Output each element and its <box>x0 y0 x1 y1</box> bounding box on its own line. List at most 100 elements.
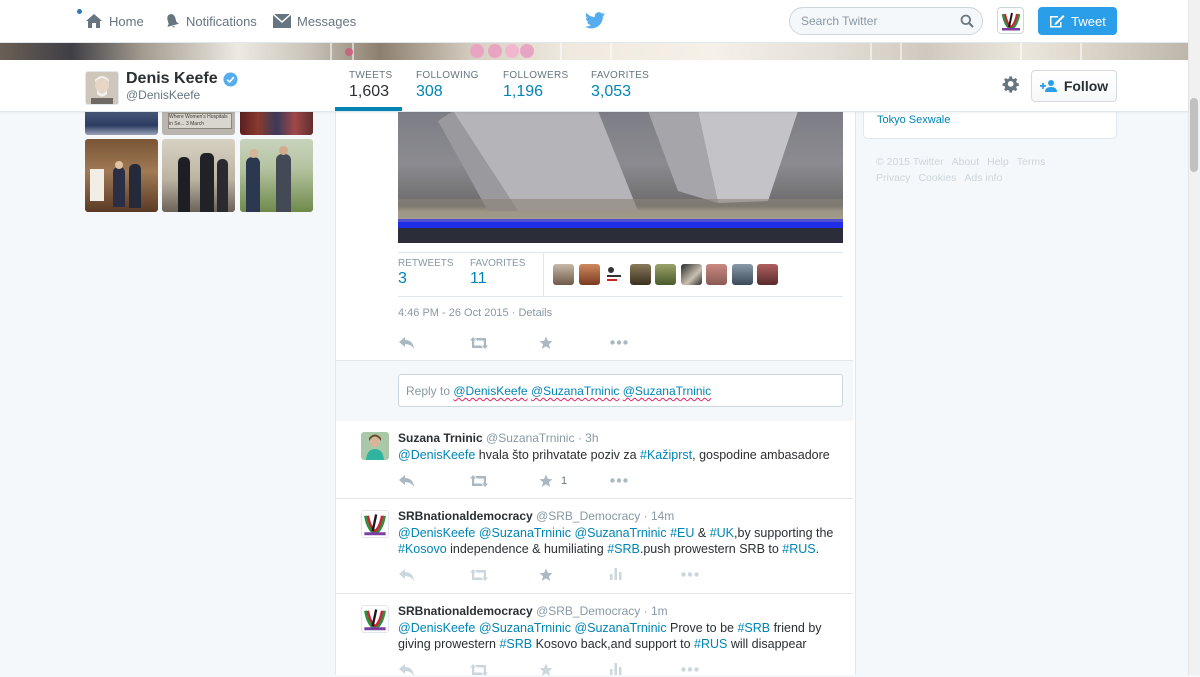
compose-tweet-button[interactable]: Tweet <box>1038 7 1117 35</box>
photo-thumbnail[interactable] <box>85 139 158 212</box>
favoriter-avatar[interactable] <box>630 264 651 285</box>
more-options-icon[interactable] <box>681 667 699 672</box>
retweets-stat[interactable]: RETWEETS 3 <box>398 258 454 288</box>
retweet-icon[interactable] <box>470 475 488 487</box>
tweet-media-image[interactable] <box>398 111 843 243</box>
favoriter-avatar[interactable] <box>553 264 574 285</box>
stat-favorites[interactable]: FAVORITES 3,053 <box>591 70 649 101</box>
favoriter-avatar[interactable] <box>757 264 778 285</box>
profile-avatar[interactable] <box>85 71 119 105</box>
reply-icon[interactable] <box>399 569 415 581</box>
nav-home[interactable]: Home <box>85 0 144 42</box>
tweet-hashtag[interactable]: #SRB <box>737 621 770 635</box>
tweet-mention[interactable]: @DenisKeefe <box>398 448 475 462</box>
favoriter-avatar[interactable] <box>655 264 676 285</box>
follow-button[interactable]: Follow <box>1031 70 1117 102</box>
footer-link-privacy[interactable]: Privacy <box>876 172 910 184</box>
favorite-star-icon[interactable] <box>539 568 553 582</box>
tweet-hashtag[interactable]: #UK <box>710 526 734 540</box>
reply-icon[interactable] <box>399 664 415 676</box>
favorite-star-icon[interactable] <box>539 474 553 488</box>
twitter-bird-logo[interactable] <box>585 12 605 29</box>
footer-link-ads-info[interactable]: Ads info <box>964 172 1002 184</box>
more-options-icon[interactable] <box>610 340 628 345</box>
tweet-time[interactable]: 3h <box>585 431 598 445</box>
scrollbar-thumb[interactable] <box>1190 98 1198 172</box>
favoriter-avatar[interactable] <box>604 264 625 285</box>
studio-photo <box>398 111 843 243</box>
more-options-icon[interactable] <box>610 478 628 483</box>
tweet-timestamp[interactable]: 4:46 PM - 26 Oct 2015 <box>398 307 509 319</box>
tweet-author-avatar[interactable] <box>361 432 389 460</box>
tweet-author-avatar[interactable] <box>361 510 389 538</box>
search-box[interactable] <box>789 7 983 35</box>
retweets-count: 3 <box>398 270 407 287</box>
stat-followers[interactable]: FOLLOWERS 1,196 <box>503 70 569 101</box>
search-input[interactable] <box>801 14 951 28</box>
tweet-time[interactable]: 14m <box>651 509 674 523</box>
tweet-mention[interactable]: @DenisKeefe <box>398 526 475 540</box>
tweet-mention[interactable]: @SuzanaTrninic <box>479 526 571 540</box>
tweet-text-segment: & <box>694 526 710 540</box>
photo-thumbnail[interactable] <box>240 111 313 135</box>
tweet-hashtag[interactable]: #SRB <box>499 637 532 651</box>
reply-icon[interactable] <box>399 475 415 487</box>
reply-icon[interactable] <box>399 337 415 349</box>
retweet-icon[interactable] <box>470 664 488 676</box>
footer-link-cookies[interactable]: Cookies <box>918 172 956 184</box>
profile-name[interactable]: Denis Keefe <box>126 70 238 88</box>
favoriter-avatar[interactable] <box>579 264 600 285</box>
account-avatar[interactable] <box>997 7 1024 34</box>
tweet-author-handle[interactable]: @SRB_Democracy <box>536 509 640 523</box>
tweet-author-handle[interactable]: @SuzanaTrninic <box>486 431 574 445</box>
search-icon[interactable] <box>960 14 974 28</box>
reply-tweet[interactable]: SRBnationaldemocracy @SRB_Democracy · 14… <box>336 499 853 594</box>
footer-link-terms[interactable]: Terms <box>1017 156 1046 168</box>
stat-following[interactable]: FOLLOWING 308 <box>416 70 479 101</box>
tweet-author-avatar[interactable] <box>361 605 389 633</box>
nav-notifications[interactable]: Notifications <box>164 0 257 42</box>
more-options-icon[interactable] <box>681 572 699 577</box>
tweet-hashtag[interactable]: #RUS <box>694 637 727 651</box>
footer-link-help[interactable]: Help <box>987 156 1009 168</box>
tweet-author-handle[interactable]: @SRB_Democracy <box>536 604 640 618</box>
tweet-mention[interactable]: @DenisKeefe <box>398 621 475 635</box>
tweet-mention[interactable]: @SuzanaTrninic <box>574 526 666 540</box>
tweet-time[interactable]: 1m <box>651 604 668 618</box>
favorite-star-icon[interactable] <box>539 336 553 350</box>
suggested-account-link[interactable]: Tokyo Sexwale <box>877 114 950 126</box>
favoriter-avatar[interactable] <box>681 264 702 285</box>
favorites-stat[interactable]: FAVORITES 11 <box>470 258 525 288</box>
favoriter-avatar[interactable] <box>706 264 727 285</box>
reply-tweet[interactable]: Suzana Trninic @SuzanaTrninic · 3h @Deni… <box>336 421 853 499</box>
photo-thumbnail[interactable] <box>85 111 158 135</box>
photo-thumbnail[interactable] <box>240 139 313 212</box>
tweet-details-link[interactable]: Details <box>518 307 552 319</box>
tweet-text-segment: independence & humiliating <box>446 542 608 556</box>
favoriter-avatar[interactable] <box>732 264 753 285</box>
photo-thumbnail[interactable]: Where Women's Hospitals in Se... 3 March <box>162 111 235 135</box>
tweet-mention[interactable]: @SuzanaTrninic <box>574 621 666 635</box>
analytics-icon[interactable] <box>610 663 622 675</box>
reply-tweet[interactable]: SRBnationaldemocracy @SRB_Democracy · 1m… <box>336 594 853 676</box>
tweet-author-name[interactable]: Suzana Trninic <box>398 431 483 445</box>
tweet-mention[interactable]: @SuzanaTrninic <box>479 621 571 635</box>
tweet-hashtag[interactable]: #EU <box>670 526 694 540</box>
tweet-hashtag[interactable]: #Kosovo <box>398 542 447 556</box>
photo-thumbnail[interactable] <box>162 139 235 212</box>
analytics-icon[interactable] <box>610 568 622 580</box>
stat-tweets[interactable]: TWEETS 1,603 <box>349 70 392 101</box>
tweet-hashtag[interactable]: #Kažiprst <box>640 448 692 462</box>
tweet-hashtag[interactable]: #RUS <box>782 542 815 556</box>
tweet-author-name[interactable]: SRBnationaldemocracy <box>398 604 533 618</box>
footer-link-about[interactable]: About <box>952 156 979 168</box>
bell-icon <box>167 14 179 28</box>
tweet-author-name[interactable]: SRBnationaldemocracy <box>398 509 533 523</box>
retweet-icon[interactable] <box>470 569 488 581</box>
gear-icon[interactable] <box>1002 76 1020 94</box>
retweet-icon[interactable] <box>470 337 488 349</box>
reply-input[interactable]: Reply to @DenisKeefe @SuzanaTrninic @Suz… <box>398 374 843 407</box>
tweet-hashtag[interactable]: #SRB <box>607 542 640 556</box>
nav-messages-label: Messages <box>297 13 357 29</box>
nav-messages[interactable]: Messages <box>273 0 356 42</box>
